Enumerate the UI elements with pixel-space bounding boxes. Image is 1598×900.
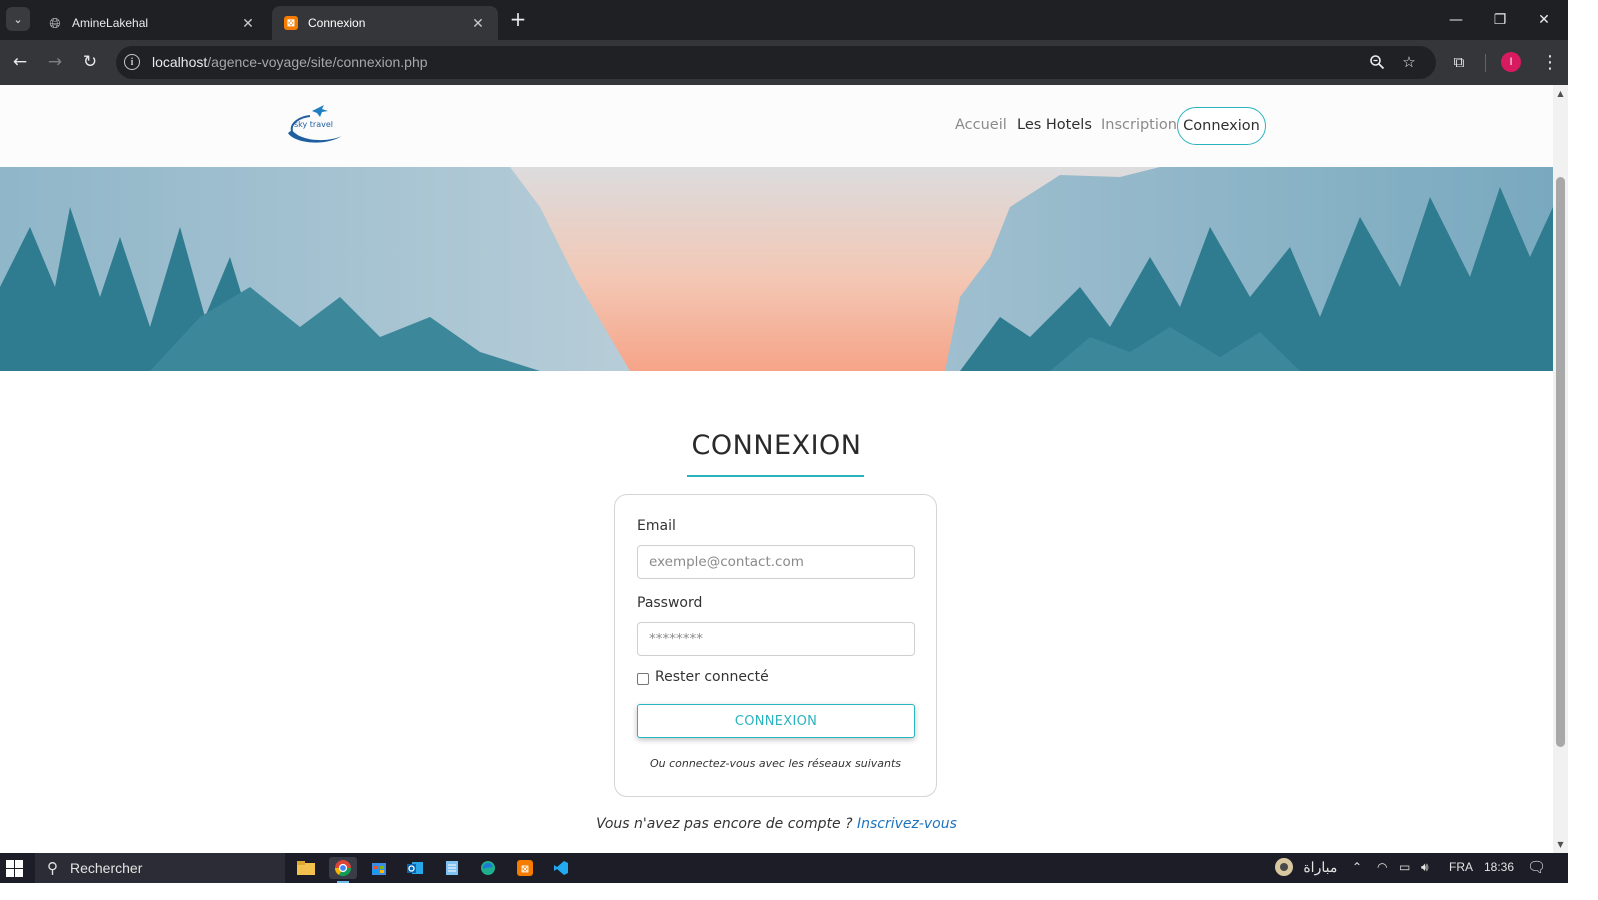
browser-menu-icon[interactable]: ⋮ (1540, 50, 1560, 74)
minimize-button[interactable]: — (1434, 0, 1478, 40)
toolbar-divider (1485, 54, 1486, 72)
extensions-icon[interactable]: ⧉ (1448, 51, 1470, 73)
hero-banner-image (0, 167, 1553, 371)
login-card: Email Password Rester connecté CONNEXION… (614, 494, 937, 797)
xampp-icon: ⊠ (284, 16, 298, 30)
new-tab-button[interactable]: + (506, 9, 530, 31)
news-label: مباراة (1303, 858, 1338, 875)
store-icon[interactable] (365, 857, 393, 879)
browser-tab-strip: ⌄ 🌐︎ AmineLakehal ✕ ⊠ Connexion ✕ + — ❐ … (0, 0, 1568, 40)
site-logo[interactable]: sky travel (284, 103, 346, 149)
page-scrollbar[interactable]: ▲ ▼ (1553, 85, 1568, 853)
battery-icon[interactable]: ▭ (1399, 860, 1410, 874)
tab-title: AmineLakehal (72, 16, 149, 30)
browser-toolbar: ← → ↻ i localhost/agence-voyage/site/con… (0, 40, 1568, 85)
notepad-icon[interactable] (438, 857, 466, 879)
taskbar-search-placeholder: Rechercher (70, 860, 143, 876)
scroll-down-arrow-icon[interactable]: ▼ (1556, 840, 1565, 849)
email-field[interactable] (637, 545, 915, 579)
back-button[interactable]: ← (8, 50, 32, 74)
address-bar[interactable]: i localhost/agence-voyage/site/connexion… (116, 46, 1436, 79)
language-indicator[interactable]: FRA (1449, 860, 1473, 874)
signup-prompt: Vous n'avez pas encore de compte ? Inscr… (0, 816, 1553, 832)
social-login-text: Ou connectez-vous avec les réseaux suiva… (649, 757, 902, 770)
edge-icon[interactable] (474, 857, 502, 879)
site-header: sky travel Accueil Les Hotels Inscriptio… (0, 85, 1553, 167)
signup-link[interactable]: Inscrivez-vous (857, 816, 957, 832)
profile-avatar[interactable]: I (1501, 52, 1521, 72)
scrollbar-thumb[interactable] (1556, 177, 1565, 747)
vscode-icon[interactable] (547, 857, 575, 879)
xampp-icon[interactable]: ⊠ (511, 857, 539, 879)
logo-text: sky travel (294, 120, 333, 129)
site-info-icon[interactable]: i (124, 54, 140, 70)
url-text[interactable]: localhost/agence-voyage/site/connexion.p… (152, 54, 428, 70)
taskbar-search[interactable]: ⚲ Rechercher (35, 853, 285, 883)
password-field[interactable] (637, 622, 915, 656)
globe-icon: 🌐︎ (49, 14, 61, 31)
windows-start-icon[interactable] (6, 860, 23, 877)
title-underline (687, 475, 864, 477)
nav-connexion-button[interactable]: Connexion (1177, 107, 1266, 145)
connexion-submit-button[interactable]: CONNEXION (637, 704, 915, 738)
close-tab-icon[interactable]: ✕ (470, 15, 486, 32)
tab-aminelakehal[interactable]: 🌐︎ AmineLakehal ✕ (36, 6, 268, 40)
chevron-up-icon[interactable]: ⌃ (1352, 860, 1362, 874)
windows-taskbar: ⚲ Rechercher ⊠ مباراة ⌃ ◠ ▭ 🔊︎ FRA 18:36… (0, 853, 1568, 883)
search-icon: ⚲ (47, 860, 58, 877)
scroll-up-arrow-icon[interactable]: ▲ (1556, 89, 1565, 98)
tab-search-button[interactable]: ⌄ (6, 7, 30, 31)
email-label: Email (637, 518, 676, 534)
nav-les-hotels[interactable]: Les Hotels (1017, 117, 1092, 133)
nav-inscription[interactable]: Inscription (1101, 117, 1177, 133)
page-title: CONNEXION (691, 430, 862, 461)
nav-accueil[interactable]: Accueil (955, 117, 1007, 133)
signup-prompt-text: Vous n'avez pas encore de compte ? (596, 816, 857, 832)
remember-me-checkbox[interactable] (637, 673, 649, 685)
wifi-icon[interactable]: ◠ (1377, 860, 1387, 874)
outlook-icon[interactable] (401, 857, 429, 879)
zoom-icon[interactable] (1367, 52, 1387, 72)
tab-connexion[interactable]: ⊠ Connexion ✕ (272, 6, 498, 40)
password-label: Password (637, 595, 703, 611)
svg-text:⊠: ⊠ (521, 864, 529, 875)
chrome-icon[interactable] (329, 857, 357, 883)
volume-icon[interactable]: 🔊︎ (1421, 860, 1429, 875)
forward-button[interactable]: → (43, 50, 67, 74)
file-explorer-icon[interactable] (292, 857, 320, 879)
clock[interactable]: 18:36 (1484, 860, 1514, 874)
reload-button[interactable]: ↻ (78, 50, 102, 74)
bookmark-star-icon[interactable]: ☆ (1399, 52, 1419, 72)
restore-button[interactable]: ❐ (1478, 0, 1522, 40)
tab-title: Connexion (308, 16, 366, 30)
notification-icon[interactable]: 🗨︎ (1527, 858, 1546, 876)
close-window-button[interactable]: ✕ (1522, 0, 1566, 40)
page-viewport: sky travel Accueil Les Hotels Inscriptio… (0, 85, 1553, 853)
news-widget[interactable]: مباراة (1274, 857, 1337, 877)
remember-me-label[interactable]: Rester connecté (655, 669, 769, 685)
close-tab-icon[interactable]: ✕ (240, 15, 256, 32)
